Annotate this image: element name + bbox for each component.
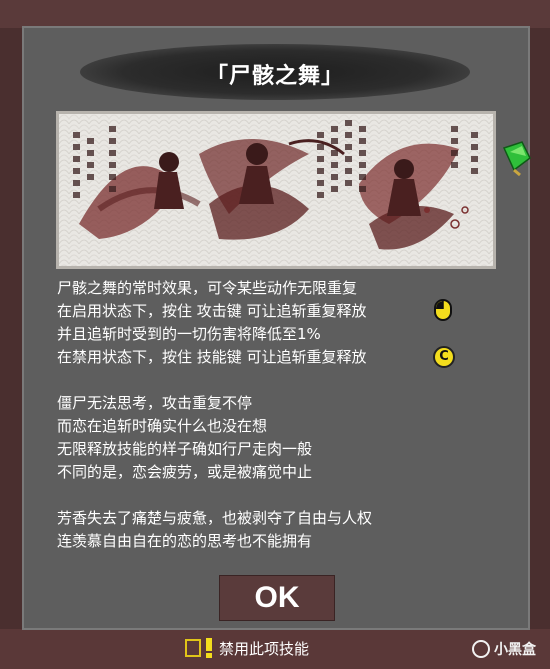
description-line: 在启用状态下，按住 攻击键 可让追斩重复释放 — [57, 302, 367, 320]
warning-icon — [205, 638, 213, 658]
c-key-icon: C — [433, 346, 455, 368]
xiaoheihe-logo — [472, 640, 490, 658]
disable-skill-checkbox[interactable] — [185, 639, 201, 657]
watermark-text: 小黑盒 — [494, 642, 536, 658]
description-line: 并且追斩时受到的一切伤害将降低至1% — [57, 325, 321, 343]
watermark: 小黑盒 — [472, 639, 536, 659]
description-line: 无限释放技能的样子确如行尸走肉一般 — [57, 440, 313, 458]
description-line: 在禁用状态下，按住 技能键 可让追斩重复释放 — [57, 348, 367, 366]
corpse-dance-illustration — [56, 111, 496, 269]
disable-skill-option[interactable]: 禁用此项技能 — [185, 636, 309, 660]
artwork-drawing — [59, 114, 493, 266]
skill-description: 尸骸之舞的常时效果，可令某些动作无限重复 在启用状态下，按住 攻击键 可让追斩重… — [57, 277, 477, 553]
description-line: 僵尸无法思考，攻击重复不停 — [57, 394, 253, 412]
description-line: 连羡慕自由自在的恋的思考也不能拥有 — [57, 532, 313, 550]
dialog-title: 「尸骸之舞」 — [205, 64, 344, 89]
disable-skill-label: 禁用此项技能 — [219, 639, 310, 658]
background-top-strip — [0, 0, 550, 28]
description-line: 而恋在追斩时确实什么也没在想 — [57, 417, 268, 435]
description-line: 不同的是，恋会疲劳，或是被痛觉中止 — [57, 463, 313, 481]
mouse-left-click-icon — [433, 299, 453, 321]
ok-button[interactable]: OK — [219, 575, 335, 621]
description-line: 尸骸之舞的常时效果，可令某些动作无限重复 — [57, 279, 358, 297]
green-gem-icon — [500, 140, 534, 177]
description-line: 芳香失去了痛楚与疲惫，也被剥夺了自由与人权 — [57, 509, 373, 527]
